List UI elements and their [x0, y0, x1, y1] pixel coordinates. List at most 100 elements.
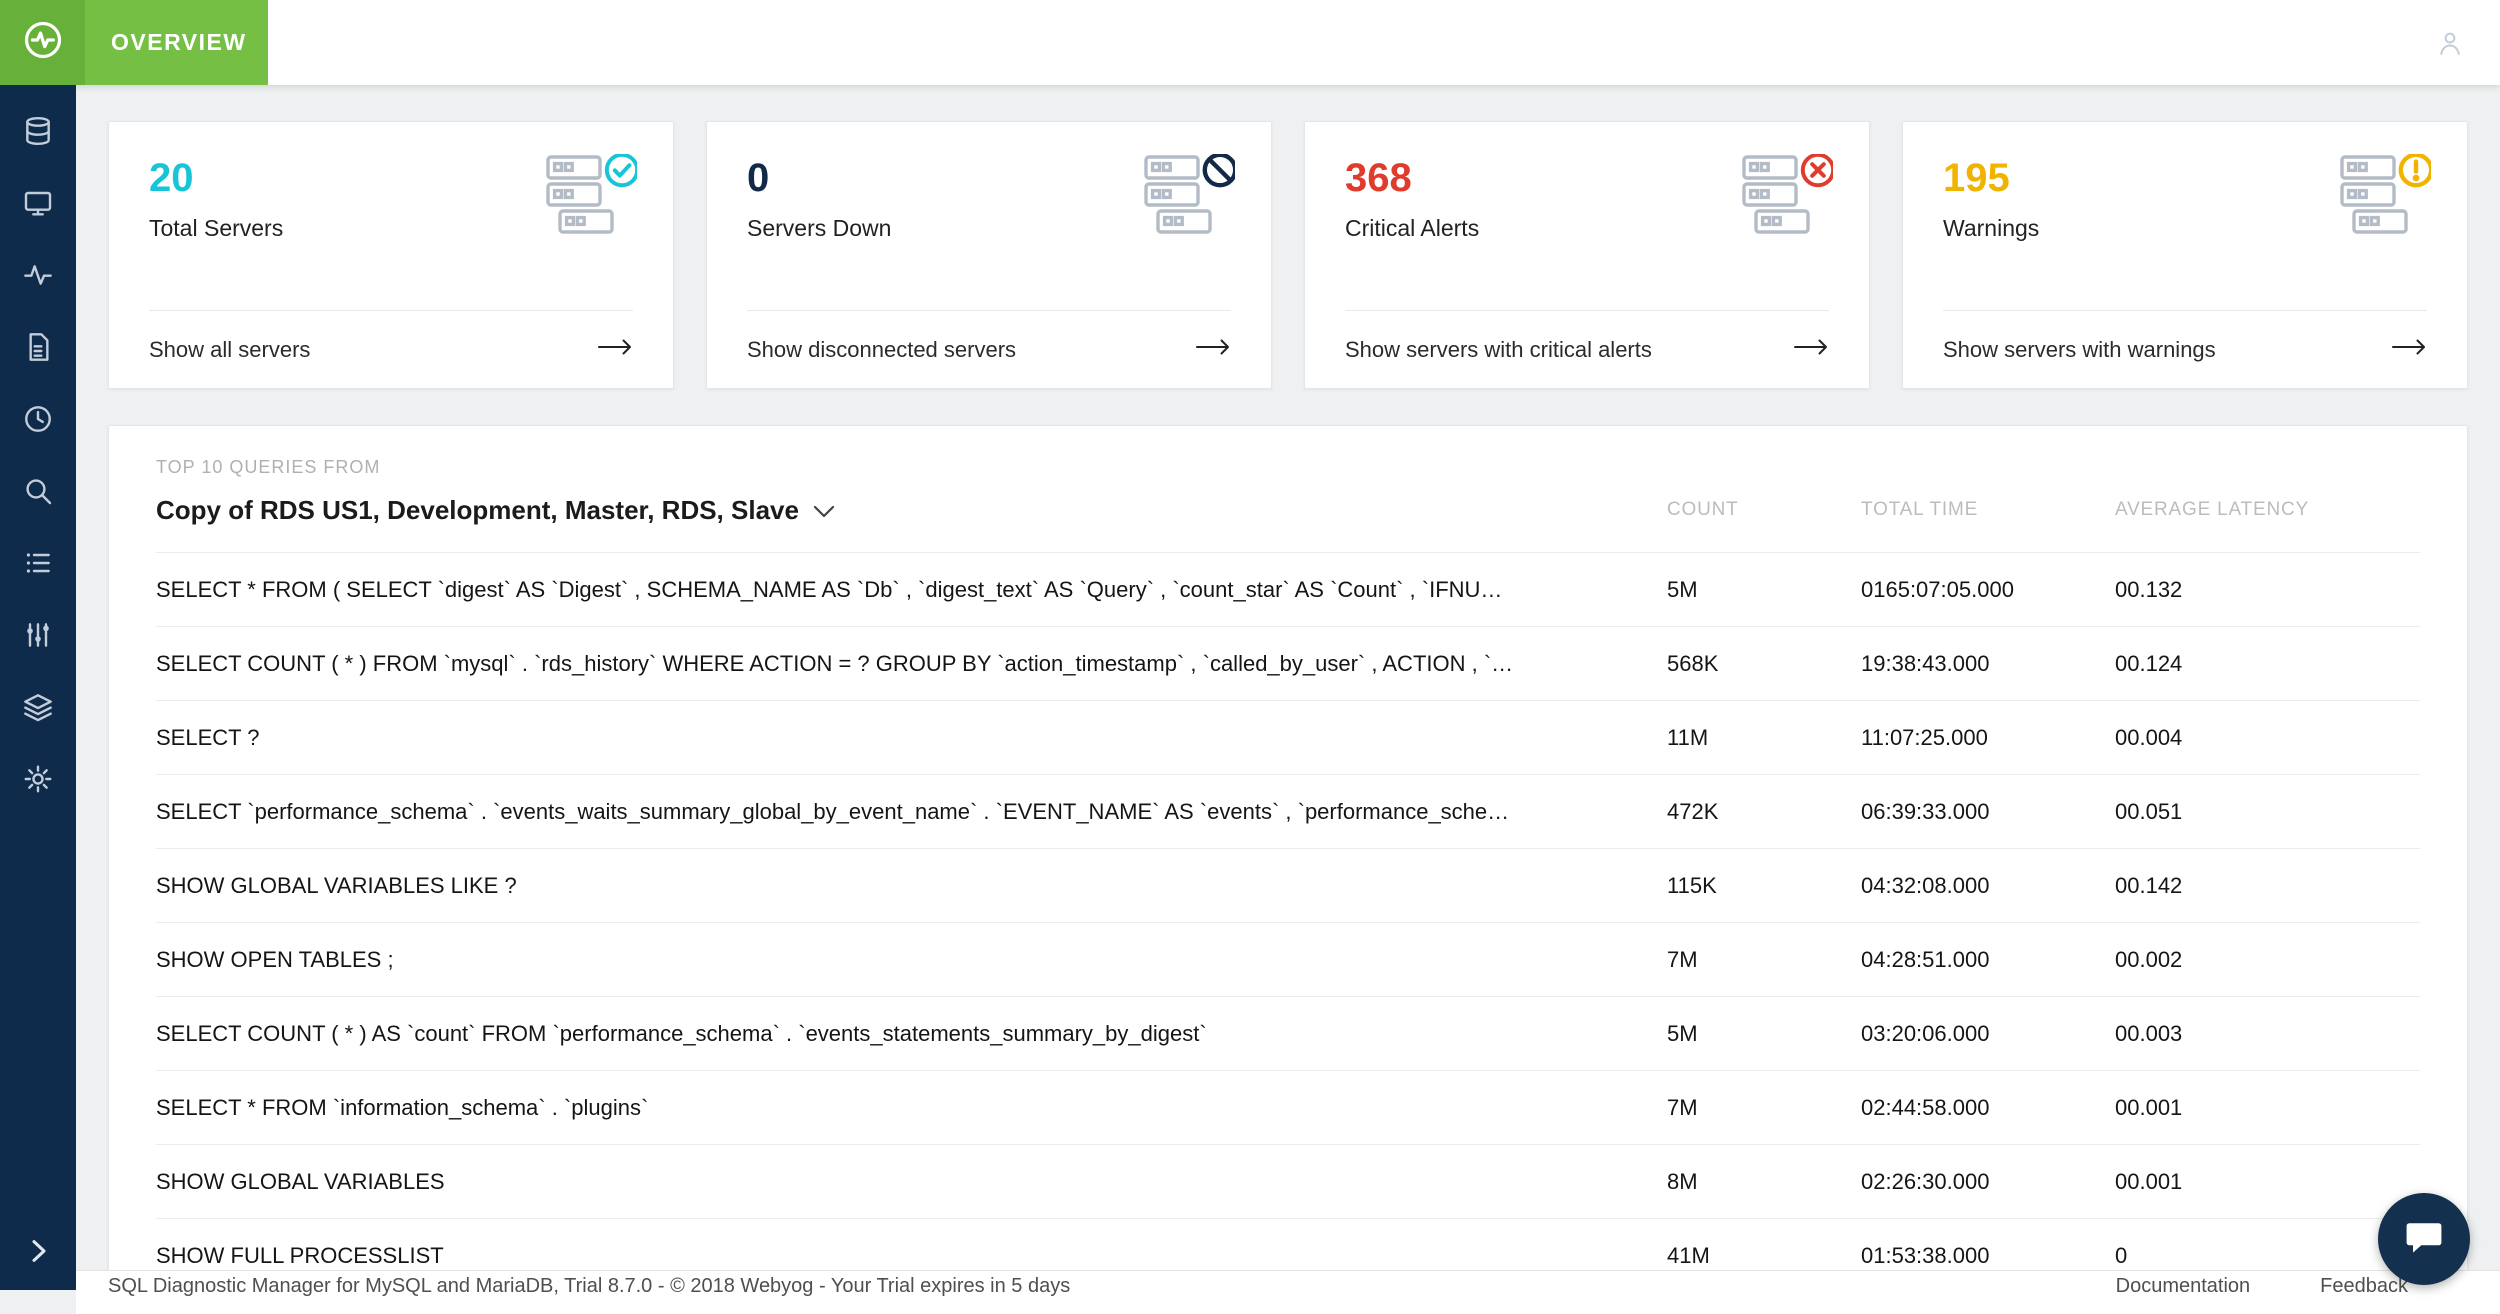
monitor-icon[interactable] [22, 187, 54, 219]
query-count: 7M [1667, 947, 1861, 973]
query-count: 8M [1667, 1169, 1861, 1195]
query-total-time: 03:20:06.000 [1861, 1021, 2115, 1047]
query-total-time: 0165:07:05.000 [1861, 577, 2115, 603]
table-row[interactable]: SELECT `performance_schema` . `events_wa… [156, 774, 2420, 848]
query-total-time: 02:26:30.000 [1861, 1169, 2115, 1195]
settings-icon[interactable] [22, 763, 54, 795]
servers-down-icon [1143, 154, 1235, 239]
query-count: 5M [1667, 577, 1861, 603]
query-avg-latency: 0 [2115, 1243, 2420, 1269]
column-header-total-time: TOTAL TIME [1861, 499, 2115, 521]
list-icon[interactable] [22, 547, 54, 579]
card-link-label: Show servers with warnings [1943, 337, 2216, 363]
footer-bar: SQL Diagnostic Manager for MySQL and Mar… [76, 1270, 2500, 1314]
database-icon[interactable] [22, 115, 54, 147]
query-text: SELECT * FROM ( SELECT `digest` AS `Dige… [156, 577, 1667, 603]
query-avg-latency: 00.002 [2115, 947, 2420, 973]
card-critical-alerts: 368 Critical Alerts [1304, 121, 1870, 389]
footer-status-text: SQL Diagnostic Manager for MySQL and Mar… [108, 1275, 1070, 1314]
chevron-right-icon [22, 1235, 54, 1272]
show-warning-servers-link[interactable]: Show servers with warnings [1943, 310, 2427, 388]
table-row[interactable]: SELECT * FROM `information_schema` . `pl… [156, 1070, 2420, 1144]
query-text: SHOW OPEN TABLES ; [156, 947, 1667, 973]
query-text: SELECT ? [156, 725, 1667, 751]
chat-bubble-icon [2401, 1215, 2447, 1264]
table-row[interactable]: SELECT ? 11M 11:07:25.000 00.004 [156, 700, 2420, 774]
user-icon[interactable] [2434, 27, 2466, 59]
feedback-link[interactable]: Feedback [2320, 1275, 2408, 1314]
query-avg-latency: 00.142 [2115, 873, 2420, 899]
query-count: 11M [1667, 725, 1861, 751]
panel-eyebrow: TOP 10 QUERIES FROM [156, 456, 2420, 478]
query-avg-latency: 00.003 [2115, 1021, 2420, 1047]
query-text: SELECT COUNT ( * ) AS `count` FROM `perf… [156, 1021, 1667, 1047]
query-text: SELECT * FROM `information_schema` . `pl… [156, 1095, 1667, 1121]
query-avg-latency: 00.132 [2115, 577, 2420, 603]
query-count: 41M [1667, 1243, 1861, 1269]
chat-button[interactable] [2378, 1193, 2470, 1285]
main-content: 20 Total Servers [76, 85, 2500, 1290]
layers-icon[interactable] [22, 691, 54, 723]
sidebar-expand-button[interactable] [0, 1235, 76, 1272]
page-title: OVERVIEW [85, 0, 247, 85]
query-table: SELECT * FROM ( SELECT `digest` AS `Dige… [109, 552, 2467, 1290]
query-total-time: 11:07:25.000 [1861, 725, 2115, 751]
arrow-right-icon [2391, 337, 2427, 363]
table-row[interactable]: SELECT COUNT ( * ) FROM `mysql` . `rds_h… [156, 626, 2420, 700]
history-icon[interactable] [22, 403, 54, 435]
server-selector-label: Copy of RDS US1, Development, Master, RD… [156, 495, 799, 526]
card-link-label: Show servers with critical alerts [1345, 337, 1652, 363]
chevron-down-icon [813, 495, 835, 526]
arrow-right-icon [1195, 337, 1231, 363]
card-link-label: Show disconnected servers [747, 337, 1016, 363]
query-total-time: 19:38:43.000 [1861, 651, 2115, 677]
table-row[interactable]: SHOW GLOBAL VARIABLES 8M 02:26:30.000 00… [156, 1144, 2420, 1218]
show-all-servers-link[interactable]: Show all servers [149, 310, 633, 388]
servers-warning-icon [2339, 154, 2431, 239]
query-text: SHOW GLOBAL VARIABLES LIKE ? [156, 873, 1667, 899]
search-icon[interactable] [22, 475, 54, 507]
query-total-time: 02:44:58.000 [1861, 1095, 2115, 1121]
servers-critical-icon [1741, 154, 1833, 239]
query-avg-latency: 00.004 [2115, 725, 2420, 751]
query-count: 568K [1667, 651, 1861, 677]
query-avg-latency: 00.001 [2115, 1169, 2420, 1195]
activity-icon[interactable] [22, 259, 54, 291]
query-text: SELECT COUNT ( * ) FROM `mysql` . `rds_h… [156, 651, 1667, 677]
query-avg-latency: 00.051 [2115, 799, 2420, 825]
table-row[interactable]: SELECT * FROM ( SELECT `digest` AS `Dige… [156, 552, 2420, 626]
sliders-icon[interactable] [22, 619, 54, 651]
table-row[interactable]: SHOW OPEN TABLES ; 7M 04:28:51.000 00.00… [156, 922, 2420, 996]
brand-area: OVERVIEW [0, 0, 268, 85]
servers-ok-icon [545, 154, 637, 239]
arrow-right-icon [597, 337, 633, 363]
show-disconnected-servers-link[interactable]: Show disconnected servers [747, 310, 1231, 388]
query-text: SELECT `performance_schema` . `events_wa… [156, 799, 1667, 825]
table-row[interactable]: SELECT COUNT ( * ) AS `count` FROM `perf… [156, 996, 2420, 1070]
card-total-servers: 20 Total Servers [108, 121, 674, 389]
query-text: SHOW GLOBAL VARIABLES [156, 1169, 1667, 1195]
sidebar [0, 85, 76, 1290]
card-servers-down: 0 Servers Down [706, 121, 1272, 389]
query-total-time: 06:39:33.000 [1861, 799, 2115, 825]
column-header-count: COUNT [1667, 499, 1861, 521]
logo-button[interactable] [0, 0, 85, 85]
show-critical-servers-link[interactable]: Show servers with critical alerts [1345, 310, 1829, 388]
column-header-avg-latency: AVERAGE LATENCY [2115, 499, 2420, 521]
pulse-logo-icon [20, 17, 66, 68]
query-count: 115K [1667, 873, 1861, 899]
arrow-right-icon [1793, 337, 1829, 363]
query-count: 5M [1667, 1021, 1861, 1047]
query-text: SHOW FULL PROCESSLIST [156, 1243, 1667, 1269]
query-total-time: 01:53:38.000 [1861, 1243, 2115, 1269]
server-selector[interactable]: Copy of RDS US1, Development, Master, RD… [156, 495, 1667, 526]
card-link-label: Show all servers [149, 337, 310, 363]
query-count: 7M [1667, 1095, 1861, 1121]
query-total-time: 04:32:08.000 [1861, 873, 2115, 899]
summary-cards: 20 Total Servers [108, 121, 2468, 389]
query-count: 472K [1667, 799, 1861, 825]
card-warnings: 195 Warnings [1902, 121, 2468, 389]
table-row[interactable]: SHOW GLOBAL VARIABLES LIKE ? 115K 04:32:… [156, 848, 2420, 922]
report-icon[interactable] [22, 331, 54, 363]
documentation-link[interactable]: Documentation [2116, 1275, 2251, 1314]
